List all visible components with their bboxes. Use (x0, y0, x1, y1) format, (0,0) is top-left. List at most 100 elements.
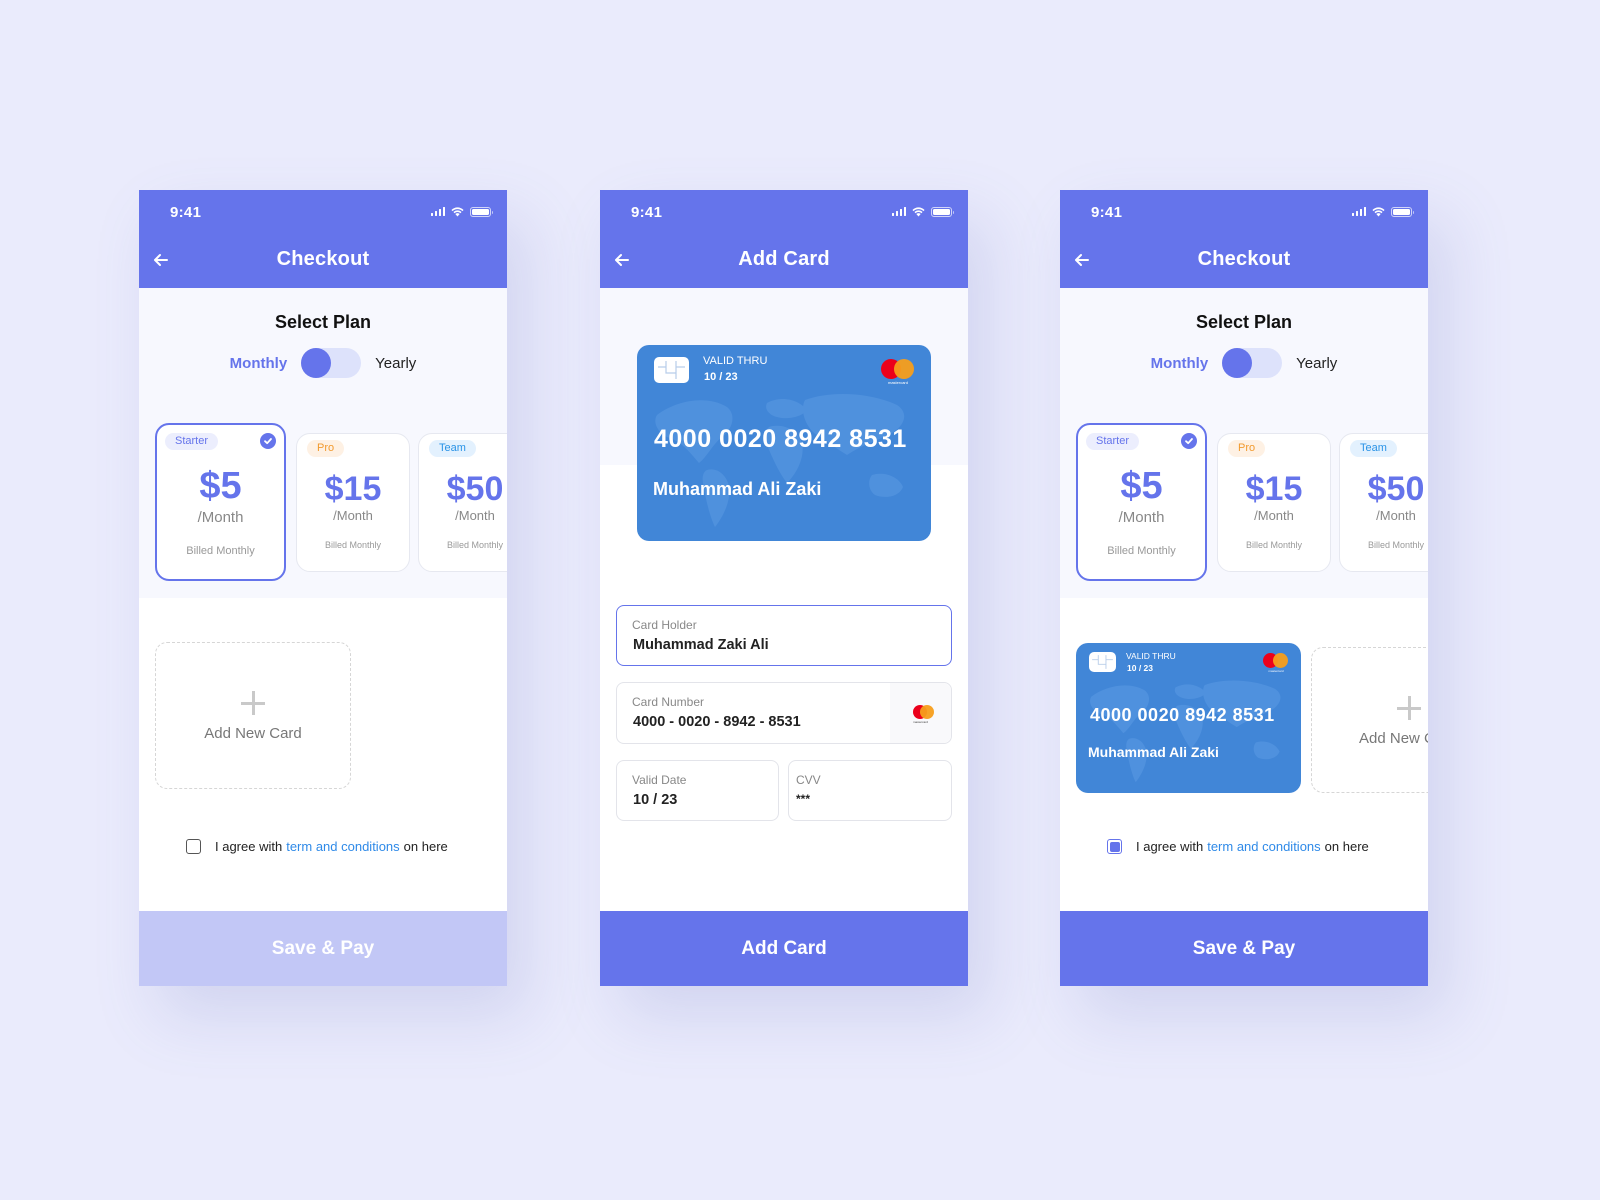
terms-agreement: I agree with term and conditions on here (1107, 839, 1369, 854)
card-chip-icon (1089, 652, 1116, 672)
billing-toggle-row: Monthly Yearly (139, 348, 507, 378)
terms-suffix: on here (1324, 839, 1369, 854)
save-and-pay-button[interactable]: Save & Pay (139, 911, 507, 986)
card-holder-field[interactable]: Card Holder Muhammad Zaki Ali (616, 605, 952, 666)
mastercard-logo-icon: mastercard (1263, 653, 1289, 675)
valid-thru-label: VALID THRU (703, 355, 768, 367)
plan-card-pro[interactable]: Pro $15 /Month Billed Monthly (1217, 433, 1331, 572)
terms-link[interactable]: term and conditions (1207, 839, 1320, 854)
plan-billing-note: Billed Monthly (446, 540, 504, 550)
toggle-knob (301, 348, 332, 378)
plan-billing-note: Billed Monthly (186, 545, 255, 557)
field-label: Card Number (632, 695, 705, 709)
field-value: 4000 - 0020 - 8942 - 8531 (633, 714, 801, 730)
plan-card-team[interactable]: Team $50 /Month Billed Monthly (418, 433, 507, 572)
wifi-icon (451, 207, 464, 217)
field-value: 10 / 23 (633, 792, 678, 808)
monthly-label[interactable]: Monthly (1151, 355, 1209, 372)
plan-badge: Team (429, 440, 476, 457)
plan-period: /Month (1254, 508, 1294, 523)
page-title: Add Card (738, 248, 830, 270)
page-title: Checkout (1197, 248, 1291, 270)
plan-period: /Month (333, 508, 373, 523)
card-preview: VALID THRU 10 / 23 mastercard 4000 0020 … (637, 345, 931, 541)
add-new-card-label: Add New Card (204, 725, 302, 742)
wifi-icon (912, 207, 925, 217)
mastercard-logo-icon: mastercard (890, 683, 951, 743)
select-plan-heading: Select Plan (274, 312, 372, 332)
toggle-knob (1222, 348, 1253, 378)
select-plan-heading: Select Plan (1195, 312, 1293, 332)
status-time: 9:41 (1091, 204, 1123, 221)
add-new-card-button[interactable]: Add New Card (1311, 647, 1428, 793)
valid-thru-value: 10 / 23 (1127, 663, 1153, 673)
saved-card[interactable]: VALID THRU 10 / 23 mastercard 4000 0020 … (1076, 643, 1301, 793)
signal-icon (430, 207, 445, 216)
cvv-field[interactable]: CVV *** (788, 760, 952, 821)
plan-price: $15 (1245, 470, 1303, 508)
card-number-field[interactable]: Card Number 4000 - 0020 - 8942 - 8531 ma… (616, 682, 952, 744)
terms-checkbox[interactable] (186, 839, 201, 854)
terms-checkbox[interactable] (1107, 839, 1122, 854)
battery-icon (470, 206, 493, 217)
plan-card-starter[interactable]: Starter $5 /Month Billed Monthly (1076, 423, 1207, 581)
plan-badge: Starter (165, 433, 219, 450)
status-icons (1351, 206, 1414, 217)
valid-thru-label: VALID THRU (1126, 651, 1176, 661)
plan-card-pro[interactable]: Pro $15 /Month Billed Monthly (296, 433, 410, 572)
plan-badge: Team (1350, 440, 1397, 457)
terms-link[interactable]: term and conditions (286, 839, 399, 854)
status-time: 9:41 (170, 204, 202, 221)
mastercard-logo-icon: mastercard (881, 359, 915, 387)
terms-prefix: I agree with (1136, 839, 1204, 854)
plan-badge: Starter (1086, 433, 1140, 450)
field-label: Card Holder (632, 618, 697, 632)
status-icons (891, 206, 954, 217)
terms-suffix: on here (403, 839, 448, 854)
add-new-card-button[interactable]: Add New Card (155, 642, 351, 789)
card-number: 4000 0020 8942 8531 (654, 425, 907, 453)
plan-period: /Month (455, 508, 495, 523)
card-number: 4000 0020 8942 8531 (1090, 705, 1275, 725)
checkout-screen-empty: 9:41 Checkout Select Plan Monthly Yearly… (139, 190, 507, 986)
card-holder-name: Muhammad Ali Zaki (653, 479, 822, 499)
status-time: 9:41 (631, 204, 663, 221)
yearly-label[interactable]: Yearly (375, 355, 416, 372)
plan-section: Select Plan Monthly Yearly Starter $5 /M… (139, 288, 507, 598)
page-title: Checkout (276, 248, 370, 270)
valid-thru-value: 10 / 23 (704, 371, 738, 383)
monthly-label[interactable]: Monthly (230, 355, 288, 372)
plan-period: /Month (197, 509, 244, 526)
plan-billing-note: Billed Monthly (1245, 540, 1303, 550)
plan-price: $50 (446, 470, 504, 508)
checkout-screen-with-card: 9:41 Checkout Select Plan Monthly Yearly… (1060, 190, 1428, 986)
billing-toggle[interactable] (1222, 348, 1283, 378)
billing-toggle-row: Monthly Yearly (1060, 348, 1428, 378)
plan-price: $5 (199, 465, 242, 507)
plan-period: /Month (1118, 509, 1165, 526)
save-and-pay-button[interactable]: Save & Pay (1060, 911, 1428, 986)
field-label: Valid Date (632, 773, 687, 787)
plan-card-starter[interactable]: Starter $5 /Month Billed Monthly (155, 423, 286, 581)
field-value: Muhammad Zaki Ali (633, 637, 769, 653)
plan-billing-note: Billed Monthly (1107, 545, 1176, 557)
status-icons (430, 206, 493, 217)
plan-card-team[interactable]: Team $50 /Month Billed Monthly (1339, 433, 1428, 572)
app-bar: 9:41 Checkout (139, 190, 507, 288)
billing-toggle[interactable] (301, 348, 362, 378)
signal-icon (1351, 207, 1366, 216)
card-holder-name: Muhammad Ali Zaki (1088, 744, 1219, 760)
add-card-button[interactable]: Add Card (600, 911, 968, 986)
terms-agreement: I agree with term and conditions on here (186, 839, 448, 854)
battery-icon (1391, 206, 1414, 217)
yearly-label[interactable]: Yearly (1296, 355, 1337, 372)
plan-price: $50 (1367, 470, 1425, 508)
check-circle-icon (260, 433, 276, 449)
signal-icon (891, 207, 906, 216)
valid-date-field[interactable]: Valid Date 10 / 23 (616, 760, 779, 821)
add-card-screen: 9:41 Add Card VALID THRU 10 / 23 masterc… (600, 190, 968, 986)
plus-icon (241, 691, 265, 715)
plus-icon (1397, 696, 1421, 720)
check-circle-icon (1181, 433, 1197, 449)
plan-billing-note: Billed Monthly (324, 540, 382, 550)
